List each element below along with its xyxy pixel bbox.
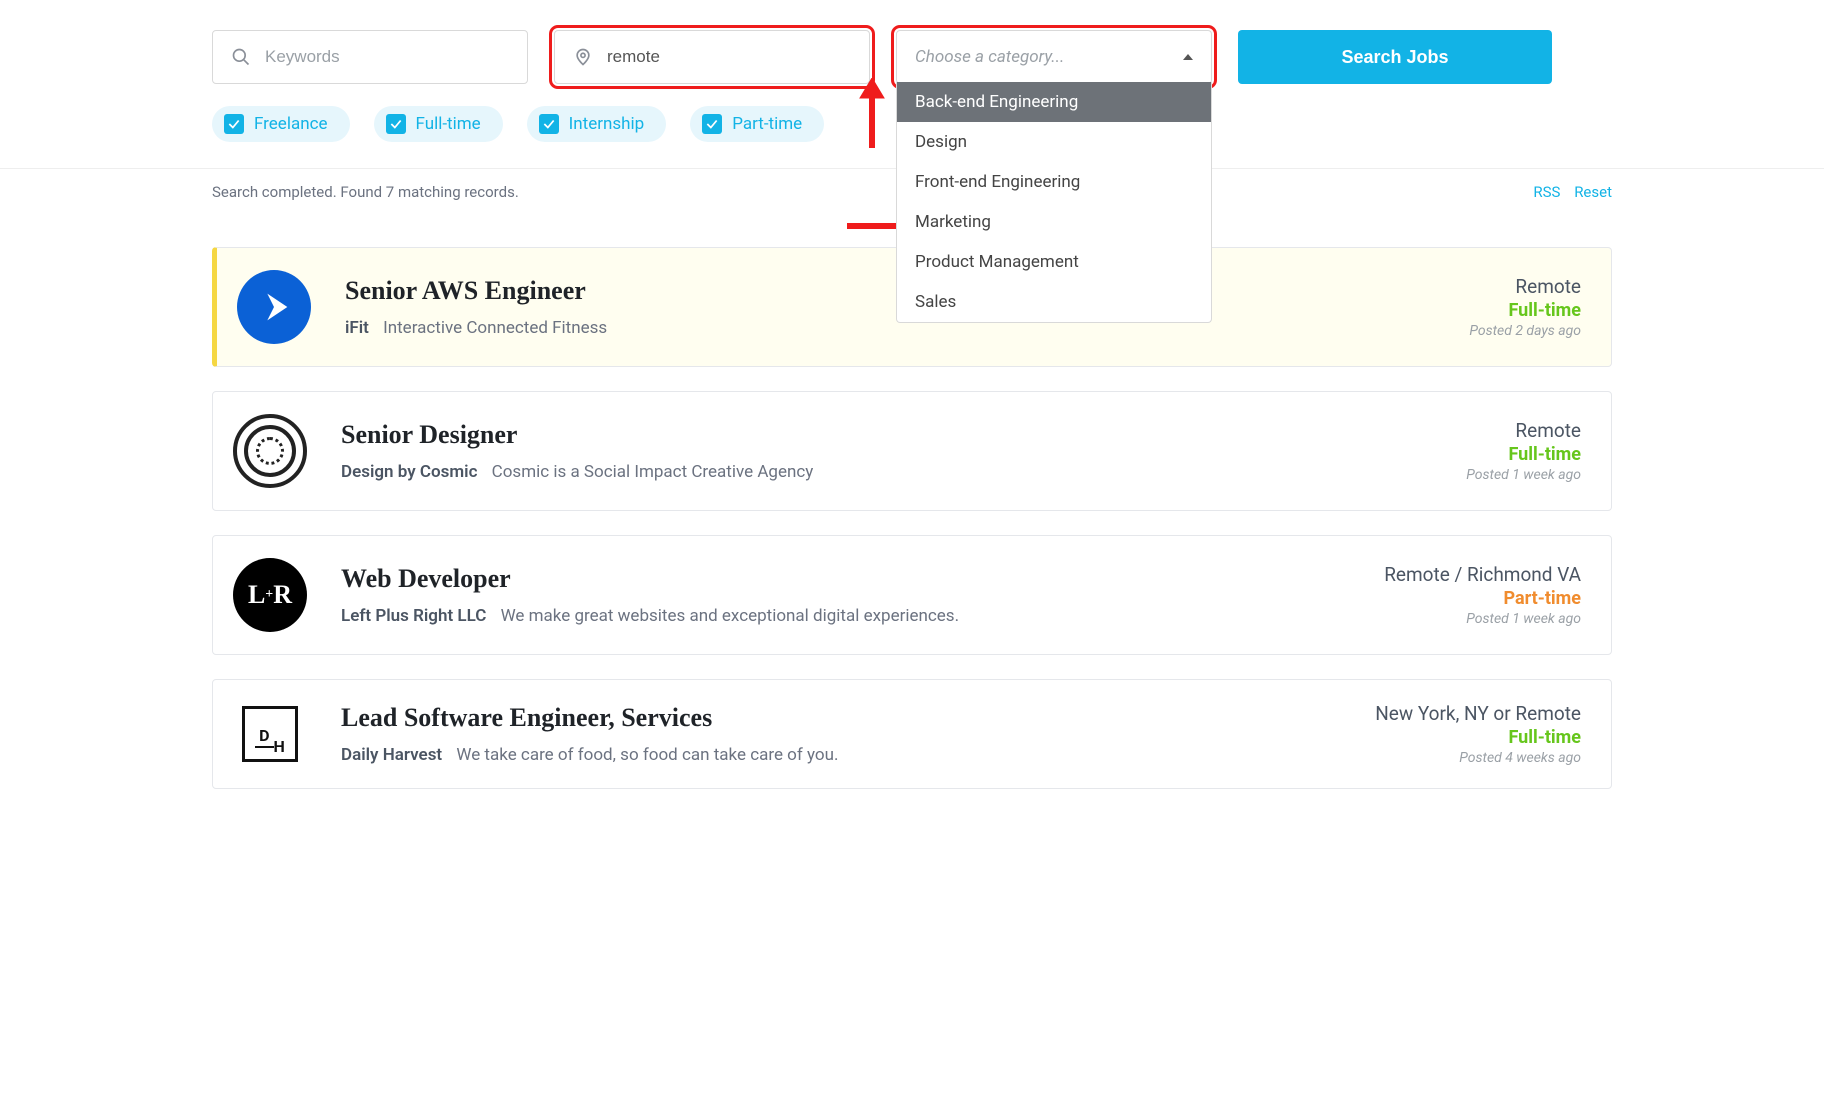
category-option[interactable]: Design: [897, 122, 1211, 162]
keywords-input-wrap[interactable]: [212, 30, 528, 84]
job-title: Senior AWS Engineer: [345, 276, 1435, 306]
job-posted: Posted 2 days ago: [1469, 323, 1581, 339]
reset-link[interactable]: Reset: [1574, 183, 1612, 201]
job-meta: Remote Full-time Posted 1 week ago: [1466, 419, 1581, 483]
job-posted: Posted 4 weeks ago: [1375, 750, 1581, 766]
job-type: Full-time: [1469, 300, 1581, 321]
company-name: iFit: [345, 318, 369, 338]
filter-label: Part-time: [732, 114, 802, 134]
job-location: New York, NY or Remote: [1375, 702, 1581, 725]
job-location: Remote / Richmond VA: [1384, 563, 1581, 586]
checkbox-checked-icon: [539, 114, 559, 134]
company-tagline: Cosmic is a Social Impact Creative Agenc…: [492, 462, 814, 482]
company-name: Left Plus Right LLC: [341, 606, 486, 626]
job-main: Web Developer Left Plus Right LLC We mak…: [341, 564, 1350, 626]
job-type: Part-time: [1384, 588, 1581, 609]
job-card[interactable]: DH Lead Software Engineer, Services Dail…: [212, 679, 1612, 789]
keywords-input[interactable]: [265, 47, 509, 67]
filter-label: Full-time: [416, 114, 481, 134]
location-input-wrap[interactable]: [554, 30, 870, 84]
checkbox-checked-icon: [702, 114, 722, 134]
job-type: Full-time: [1466, 444, 1581, 465]
company-logo: DH: [242, 706, 298, 762]
job-posted: Posted 1 week ago: [1384, 611, 1581, 627]
company-name: Daily Harvest: [341, 745, 442, 765]
job-card[interactable]: Senior Designer Design by Cosmic Cosmic …: [212, 391, 1612, 511]
filter-label: Internship: [569, 114, 645, 134]
category-placeholder: Choose a category...: [915, 47, 1064, 67]
category-option[interactable]: Sales: [897, 282, 1211, 322]
job-company-row: iFit Interactive Connected Fitness: [345, 318, 1435, 338]
job-main: Senior AWS Engineer iFit Interactive Con…: [345, 276, 1435, 338]
location-input[interactable]: [607, 47, 851, 67]
category-highlight: Choose a category... Back-end Engineerin…: [896, 30, 1212, 84]
search-row: Choose a category... Back-end Engineerin…: [212, 30, 1612, 84]
status-text: Search completed. Found 7 matching recor…: [212, 183, 519, 201]
category-option[interactable]: Front-end Engineering: [897, 162, 1211, 202]
rss-link[interactable]: RSS: [1533, 183, 1560, 201]
category-dropdown: Back-end Engineering Design Front-end En…: [896, 82, 1212, 323]
category-option[interactable]: Marketing: [897, 202, 1211, 242]
job-meta: Remote Full-time Posted 2 days ago: [1469, 275, 1581, 339]
job-posted: Posted 1 week ago: [1466, 467, 1581, 483]
job-meta: Remote / Richmond VA Part-time Posted 1 …: [1384, 563, 1581, 627]
company-logo: [233, 414, 307, 488]
company-tagline: Interactive Connected Fitness: [383, 318, 607, 338]
job-meta: New York, NY or Remote Full-time Posted …: [1375, 702, 1581, 766]
company-tagline: We take care of food, so food can take c…: [456, 745, 838, 765]
job-title: Senior Designer: [341, 420, 1432, 450]
filter-label: Freelance: [254, 114, 328, 134]
job-card[interactable]: L+R Web Developer Left Plus Right LLC We…: [212, 535, 1612, 655]
job-location: Remote: [1469, 275, 1581, 298]
location-highlight: [554, 30, 870, 84]
company-logo: [237, 270, 311, 344]
filter-pill-parttime[interactable]: Part-time: [690, 106, 824, 142]
location-pin-icon: [573, 46, 593, 68]
category-select[interactable]: Choose a category...: [896, 30, 1212, 84]
filter-pill-internship[interactable]: Internship: [527, 106, 667, 142]
company-name: Design by Cosmic: [341, 462, 477, 482]
company-logo: L+R: [233, 558, 307, 632]
job-location: Remote: [1466, 419, 1581, 442]
search-button[interactable]: Search Jobs: [1238, 30, 1552, 84]
job-title: Web Developer: [341, 564, 1350, 594]
search-icon: [231, 47, 251, 67]
status-links: RSS Reset: [1523, 183, 1612, 201]
job-title: Lead Software Engineer, Services: [341, 703, 1341, 733]
job-company-row: Left Plus Right LLC We make great websit…: [341, 606, 1350, 626]
job-company-row: Daily Harvest We take care of food, so f…: [341, 745, 1341, 765]
job-company-row: Design by Cosmic Cosmic is a Social Impa…: [341, 462, 1432, 482]
category-option[interactable]: Product Management: [897, 242, 1211, 282]
job-type: Full-time: [1375, 727, 1581, 748]
category-option[interactable]: Back-end Engineering: [897, 82, 1211, 122]
filter-pill-freelance[interactable]: Freelance: [212, 106, 350, 142]
caret-up-icon: [1183, 54, 1193, 60]
checkbox-checked-icon: [224, 114, 244, 134]
company-tagline: We make great websites and exceptional d…: [501, 606, 960, 626]
job-main: Lead Software Engineer, Services Daily H…: [341, 703, 1341, 765]
filter-pill-fulltime[interactable]: Full-time: [374, 106, 503, 142]
checkbox-checked-icon: [386, 114, 406, 134]
job-main: Senior Designer Design by Cosmic Cosmic …: [341, 420, 1432, 482]
